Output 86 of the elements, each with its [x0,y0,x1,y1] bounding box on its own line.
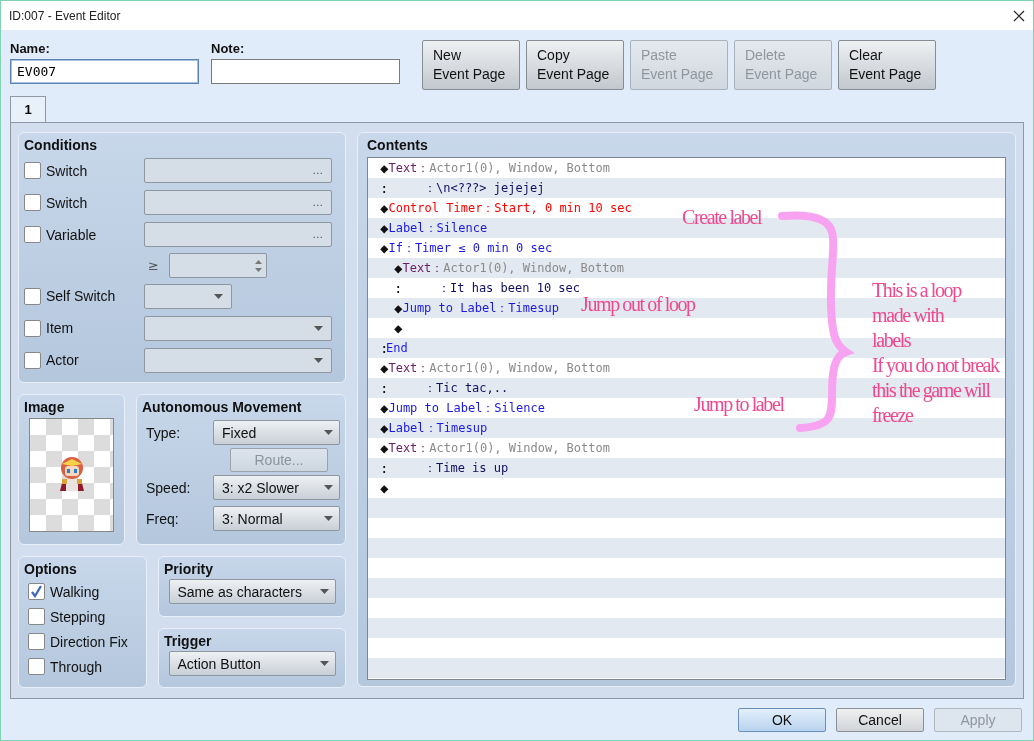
handwritten-note: This is a loop made with labels If you do not break this the game will freeze [872,278,999,428]
speed-dropdown[interactable]: 3: x2 Slower [213,475,340,500]
panel-title: Contents [367,137,428,153]
checkbox-label: Self Switch [46,288,116,305]
dropdown-field[interactable] [144,283,232,309]
checkbox[interactable] [24,226,41,244]
note-label: Note: [211,41,245,56]
type-dropdown[interactable]: Fixed [213,420,340,445]
panel-title: Options [24,561,77,577]
command-line[interactable]: ◆Label：Timesup [380,418,488,438]
checkbox[interactable] [24,287,41,305]
command-line[interactable]: : ：Time is up [380,458,509,478]
number-spinner[interactable] [168,253,267,278]
window-title: ID:007 - Event Editor [9,8,121,23]
panel-title: Trigger [164,633,212,649]
command-line[interactable]: ◆Text：Actor1(0), Window, Bottom [394,258,624,278]
handwritten-note: Create label [682,205,762,230]
close-icon[interactable] [1013,9,1025,22]
checkbox[interactable] [28,583,45,600]
checkbox-label: Variable [46,226,97,243]
command-line[interactable]: ◆If：Timer ≤ 0 min 0 sec [380,238,553,258]
freq-label: Freq: [146,510,179,527]
checkbox[interactable] [24,351,41,369]
command-line[interactable]: : ：Tic tac,.. [380,378,509,398]
event-page-button[interactable]: Copy Event Page [526,40,624,90]
command-line[interactable]: ◆Text：Actor1(0), Window, Bottom [380,438,610,458]
checkbox[interactable] [28,608,45,625]
handwritten-note: Jump to label [694,392,784,417]
picker-field[interactable]: ... [144,158,332,184]
command-line[interactable]: ◆Text：Actor1(0), Window, Bottom [380,358,610,378]
checkbox[interactable] [28,633,45,650]
trigger-dropdown[interactable]: Action Button [168,651,336,676]
command-line[interactable]: ◆Jump to Label：Timesup [394,298,559,318]
checkbox-label: Item [46,320,74,337]
dropdown-field[interactable] [144,347,332,373]
checkbox[interactable] [24,319,41,337]
caret-icon [319,589,329,594]
checkbox-label: Actor [46,352,79,369]
caret-icon [319,661,329,666]
image-preview[interactable] [29,418,114,532]
command-line[interactable]: ◆Jump to Label：Silence [380,398,545,418]
picker-field[interactable]: ... [144,222,332,248]
command-line[interactable]: ◆Label：Silence [380,218,488,238]
checkbox-label: Through [50,658,103,675]
checkbox-label: Direction Fix [50,633,128,650]
panel-title: Autonomous Movement [142,399,302,415]
caret-icon [314,357,323,363]
command-line[interactable]: :End [380,338,408,358]
type-label: Type: [146,424,181,441]
command-line[interactable]: ◆Control Timer：Start, 0 min 10 sec [380,198,632,218]
checkbox[interactable] [24,162,41,180]
comparison-symbol: ≥ [148,258,159,273]
checkbox-label: Switch [46,162,88,179]
panel-title: Image [24,399,65,415]
priority-dropdown[interactable]: Same as characters [168,579,336,604]
checkbox-label: Walking [50,583,100,600]
checkbox-label: Stepping [50,608,106,625]
event-page-button[interactable]: Clear Event Page [838,40,936,90]
caret-icon [214,293,223,299]
note-field[interactable] [211,59,400,84]
caret-icon [314,325,323,331]
speed-label: Speed: [146,479,191,496]
dialog-button[interactable]: Cancel [836,708,924,732]
picker-field[interactable]: ... [144,190,332,216]
name-label: Name: [10,41,50,56]
command-line[interactable]: : ：It has been 10 sec [394,278,581,298]
command-line[interactable]: ◆ [394,318,403,338]
command-line[interactable]: ◆Text：Actor1(0), Window, Bottom [380,158,610,178]
panel-title: Conditions [24,137,98,153]
page-tab[interactable]: 1 [10,96,46,122]
dialog-button[interactable]: OK [738,708,826,732]
spinner-arrows-icon [254,258,262,273]
panel-title: Priority [164,561,213,577]
event-page-button[interactable]: New Event Page [422,40,520,90]
checkbox[interactable] [28,658,45,675]
caret-icon [324,485,333,490]
name-field[interactable]: EV007 [10,59,199,84]
command-line[interactable]: : ：\n<???> jejejej [380,178,545,198]
freq-dropdown[interactable]: 3: Normal [213,506,340,531]
caret-icon [324,430,333,435]
checkbox[interactable] [24,194,41,212]
dropdown-field[interactable] [144,315,332,341]
handwritten-note: Jump out of loop [581,292,695,317]
checkbox-label: Switch [46,194,88,211]
command-line[interactable]: ◆ [380,478,389,498]
caret-icon [324,516,333,521]
